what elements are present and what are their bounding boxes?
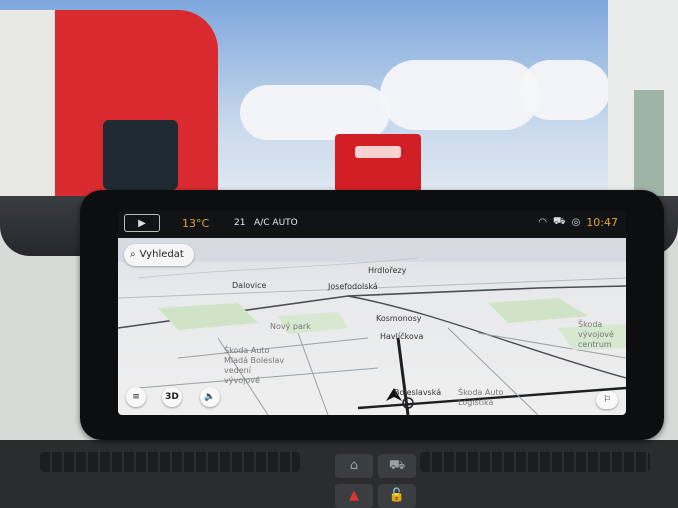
air-vent-right: [420, 452, 650, 472]
map-label-right-poi: Škoda Auto Logistika: [458, 388, 504, 407]
truck-logo: [355, 146, 401, 158]
red-truck-middle: [335, 134, 421, 194]
map-roads: [118, 238, 626, 415]
truck-window: [103, 120, 178, 190]
map-label-hrdlorezy: Hrdlořezy: [368, 266, 407, 275]
status-icons: ◠ ⛟ ◎ 10:47: [538, 216, 618, 229]
ac-label: A/C: [254, 218, 270, 228]
menu-icon: ≡: [132, 392, 140, 402]
search-icon: ⌕: [130, 249, 136, 260]
volume-button[interactable]: 🔈: [200, 387, 220, 407]
report-pin-icon: ⚐: [602, 395, 612, 405]
photo-scene: ⌂ ⛟ ▲ 🔓 ▶ 13°C 21 A/C AUTO ◠ ⛟ ◎ 10:47 ⌕…: [0, 0, 678, 508]
wifi-icon: ◠: [538, 217, 547, 228]
car-icon: ⛟: [552, 216, 566, 227]
dashboard-lower: ⌂ ⛟ ▲ 🔓: [0, 440, 678, 508]
map-label-boleslavska: Boleslavská: [394, 388, 442, 397]
cloud: [380, 60, 540, 130]
location-icon: ◎: [571, 217, 581, 228]
map-label-dalovice: Dalovice: [232, 281, 267, 290]
map-label-far-right: Škoda vývojové centrum: [578, 320, 614, 349]
navigation-map[interactable]: ⌕ Vyhledat Hrdlořezy Dalovice Josefodols…: [118, 238, 626, 415]
volume-icon: 🔈: [204, 392, 216, 402]
map-label-josefodolska: Josefodolská: [328, 282, 378, 291]
clock: 10:47: [586, 216, 618, 229]
outside-temperature: 13°C: [182, 217, 210, 230]
lock-icon[interactable]: 🔓: [378, 484, 416, 508]
ac-mode: AUTO: [272, 218, 298, 228]
truck-trailer: [0, 10, 55, 210]
map-label-novy-park: Nový park: [270, 322, 311, 331]
red-truck-left: [0, 10, 218, 210]
report-button[interactable]: ⚐: [596, 391, 618, 409]
map-label-kosmonosy: Kosmonosy: [376, 314, 422, 323]
search-button[interactable]: ⌕ Vyhledat: [124, 244, 194, 266]
map-label-skoda: Škoda Auto Mladá Boleslav vedení vývojov…: [224, 346, 285, 385]
play-icon[interactable]: ▶: [124, 214, 160, 232]
ac-status[interactable]: 21 A/C AUTO: [234, 218, 298, 228]
view-mode-button[interactable]: 3D: [162, 387, 182, 407]
status-bar: ▶ 13°C 21 A/C AUTO ◠ ⛟ ◎ 10:47: [118, 210, 626, 238]
home-icon[interactable]: ⌂: [335, 454, 373, 478]
map-label-havlickova: Havlíčkova: [380, 332, 424, 341]
search-label: Vyhledat: [139, 249, 184, 260]
cloud: [240, 85, 390, 140]
infotainment-screen: ▶ 13°C 21 A/C AUTO ◠ ⛟ ◎ 10:47 ⌕ Vyhleda…: [118, 210, 626, 415]
cloud: [520, 60, 610, 120]
ac-temperature: 21: [234, 218, 246, 228]
air-vent-left: [40, 452, 300, 472]
hazard-icon[interactable]: ▲: [335, 484, 373, 508]
car-icon[interactable]: ⛟: [378, 454, 416, 478]
menu-button[interactable]: ≡: [126, 387, 146, 407]
